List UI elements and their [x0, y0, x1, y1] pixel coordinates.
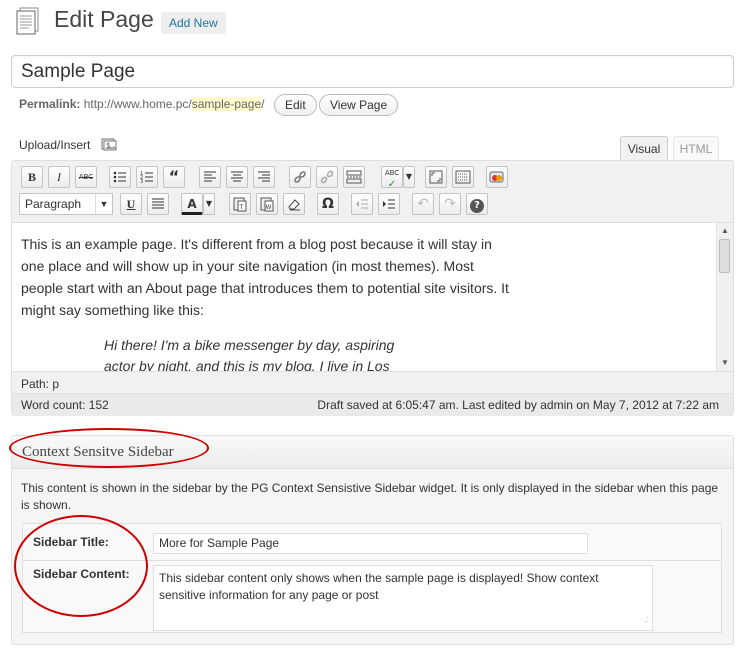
bullet-list-button[interactable]	[109, 166, 131, 188]
permalink-trail: /	[261, 97, 265, 111]
align-center-icon	[231, 171, 243, 182]
spellcheck-dropdown[interactable]: ▼	[403, 166, 415, 188]
paste-word-icon: W	[260, 197, 274, 212]
edit-permalink-button[interactable]: Edit	[274, 94, 317, 116]
annotation-ellipse-title	[9, 428, 209, 468]
paste-word-button[interactable]: W	[256, 193, 278, 215]
text-color-dropdown[interactable]: ▼	[203, 193, 215, 215]
numbered-list-icon: 123	[140, 171, 153, 185]
blockquote-button[interactable]: “	[163, 166, 185, 188]
chevron-down-icon: ▼	[95, 194, 112, 214]
fullscreen-button[interactable]	[425, 166, 447, 188]
add-new-button[interactable]: Add New	[161, 12, 226, 34]
view-page-button[interactable]: View Page	[319, 94, 399, 116]
media-insert-icon	[489, 171, 504, 183]
italic-button[interactable]: I	[48, 166, 70, 188]
unlink-icon	[320, 170, 334, 184]
permalink: Permalink: http://www.home.pc/sample-pag…	[19, 97, 264, 111]
sidebar-content-textarea[interactable]: This sidebar content only shows when the…	[153, 565, 653, 631]
scroll-thumb[interactable]	[719, 239, 730, 273]
more-tag-icon	[346, 170, 362, 184]
insert-link-button[interactable]	[289, 166, 311, 188]
redo-button[interactable]: ↷	[439, 193, 461, 215]
spellcheck-label: ABC	[384, 169, 400, 177]
fullscreen-icon	[429, 170, 443, 184]
format-select[interactable]: Paragraph ▼	[19, 193, 113, 215]
bullet-list-icon	[113, 171, 126, 183]
help-button[interactable]: ?	[466, 193, 488, 215]
align-right-button[interactable]	[253, 166, 275, 188]
tab-visual[interactable]: Visual	[620, 136, 668, 160]
justify-icon	[152, 198, 164, 209]
kitchen-sink-button[interactable]	[452, 166, 474, 188]
clear-formatting-button[interactable]	[283, 193, 305, 215]
text-color-button[interactable]: A	[181, 193, 203, 215]
align-left-button[interactable]	[199, 166, 221, 188]
editor-status-bar: Word count: 152 Draft saved at 6:05:47 a…	[12, 393, 733, 416]
outdent-icon	[356, 199, 368, 209]
indent-icon	[383, 199, 395, 209]
unlink-button[interactable]	[316, 166, 338, 188]
add-media-icon[interactable]	[101, 137, 117, 151]
help-icon: ?	[470, 199, 484, 213]
kitchen-sink-icon	[455, 170, 471, 184]
underline-button[interactable]: U	[120, 193, 142, 215]
eraser-icon	[288, 199, 300, 211]
indent-button[interactable]	[378, 193, 400, 215]
gallery-button[interactable]	[486, 166, 508, 188]
undo-button[interactable]: ↶	[412, 193, 434, 215]
svg-text:T: T	[239, 204, 244, 211]
sidebar-content-value: This sidebar content only shows when the…	[159, 571, 599, 602]
post-title-input[interactable]: Sample Page	[11, 55, 734, 88]
bold-button[interactable]: B	[21, 166, 43, 188]
outdent-button[interactable]	[351, 193, 373, 215]
editor-content[interactable]: This is an example page. It's different …	[12, 222, 733, 372]
permalink-label: Permalink:	[19, 97, 81, 111]
content-paragraph: This is an example page. It's different …	[21, 236, 509, 318]
spellcheck-button[interactable]: ABC ✓	[381, 166, 403, 190]
word-count: Word count: 152	[21, 398, 109, 412]
justify-button[interactable]	[147, 193, 169, 215]
paste-text-icon: T	[233, 197, 247, 212]
page-title: Edit Page	[54, 6, 154, 32]
svg-text:W: W	[266, 204, 272, 211]
tab-html[interactable]: HTML	[673, 136, 719, 160]
numbered-list-button[interactable]: 123	[136, 166, 158, 188]
paste-text-button[interactable]: T	[229, 193, 251, 215]
upload-insert-label: Upload/Insert	[19, 138, 91, 152]
svg-text:3: 3	[140, 179, 143, 185]
metabox-description: This content is shown in the sidebar by …	[21, 481, 719, 512]
insert-more-button[interactable]	[343, 166, 365, 188]
permalink-base: http://www.home.pc/	[83, 97, 192, 111]
annotation-ellipse-fields	[14, 515, 148, 617]
pages-icon	[14, 6, 44, 36]
scroll-down-icon[interactable]: ▼	[717, 356, 733, 370]
draft-saved-status: Draft saved at 6:05:47 am. Last edited b…	[317, 398, 719, 412]
align-left-icon	[204, 171, 216, 182]
link-icon	[294, 171, 306, 183]
resize-handle-icon[interactable]: .:	[644, 611, 649, 628]
editor-scrollbar[interactable]: ▲ ▼	[716, 223, 733, 371]
permalink-slug[interactable]: sample-page	[191, 97, 262, 111]
format-select-value: Paragraph	[25, 197, 82, 211]
editor-path: Path: p	[21, 377, 60, 391]
align-right-icon	[258, 171, 270, 182]
scroll-up-icon[interactable]: ▲	[717, 224, 733, 238]
strikethrough-button[interactable]: ABC	[75, 166, 97, 188]
align-center-button[interactable]	[226, 166, 248, 188]
special-character-button[interactable]: Ω	[317, 193, 339, 215]
editor: B I ABC 123 “ ABC ✓ ▼ Paragraph ▼ U A ▼ …	[11, 160, 734, 416]
sidebar-title-input[interactable]: More for Sample Page	[153, 533, 588, 554]
content-quote: Hi there! I'm a bike messenger by day, a…	[104, 337, 395, 372]
